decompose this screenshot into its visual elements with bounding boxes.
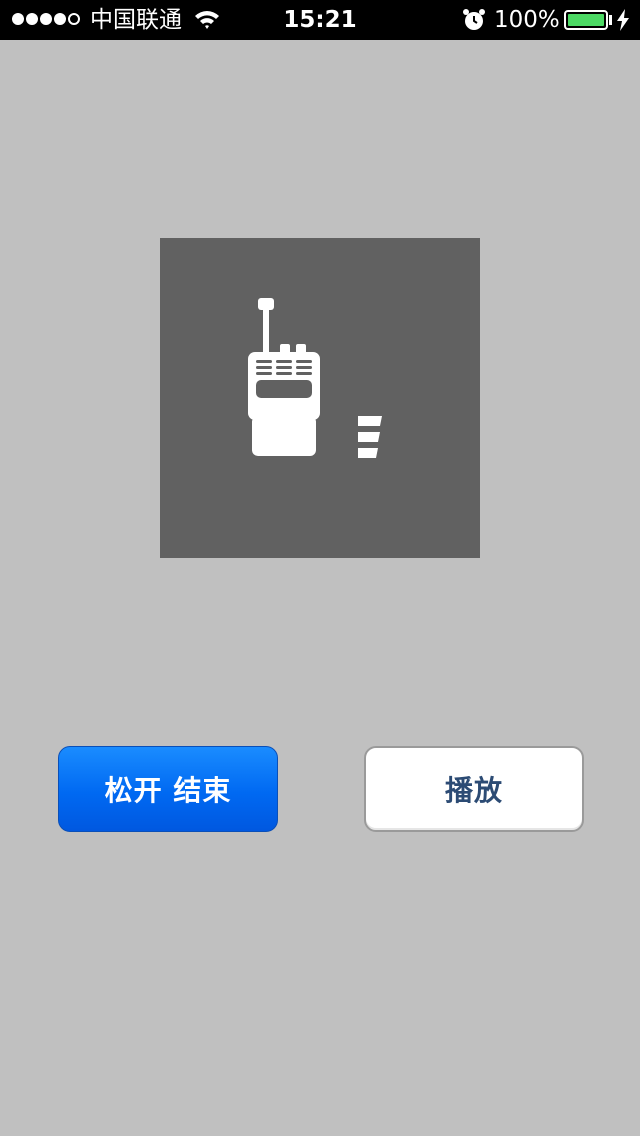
battery-fill: [568, 14, 604, 26]
release-to-end-label: 松开 结束: [104, 774, 232, 807]
status-bar: 中国联通 15:21 100%: [0, 0, 640, 40]
battery-icon: [564, 10, 608, 30]
battery-percentage: 100%: [494, 7, 560, 33]
battery-cap: [609, 15, 612, 25]
release-to-end-button[interactable]: 松开 结束: [58, 746, 278, 832]
walkie-talkie-icon: [248, 298, 320, 456]
recording-indicator-panel: [160, 238, 480, 558]
charging-bolt-icon: [617, 9, 629, 31]
play-label: 播放: [444, 774, 503, 807]
volume-level-icon: [358, 416, 382, 458]
play-button[interactable]: 播放: [364, 746, 584, 832]
alarm-clock-icon: [463, 9, 485, 30]
